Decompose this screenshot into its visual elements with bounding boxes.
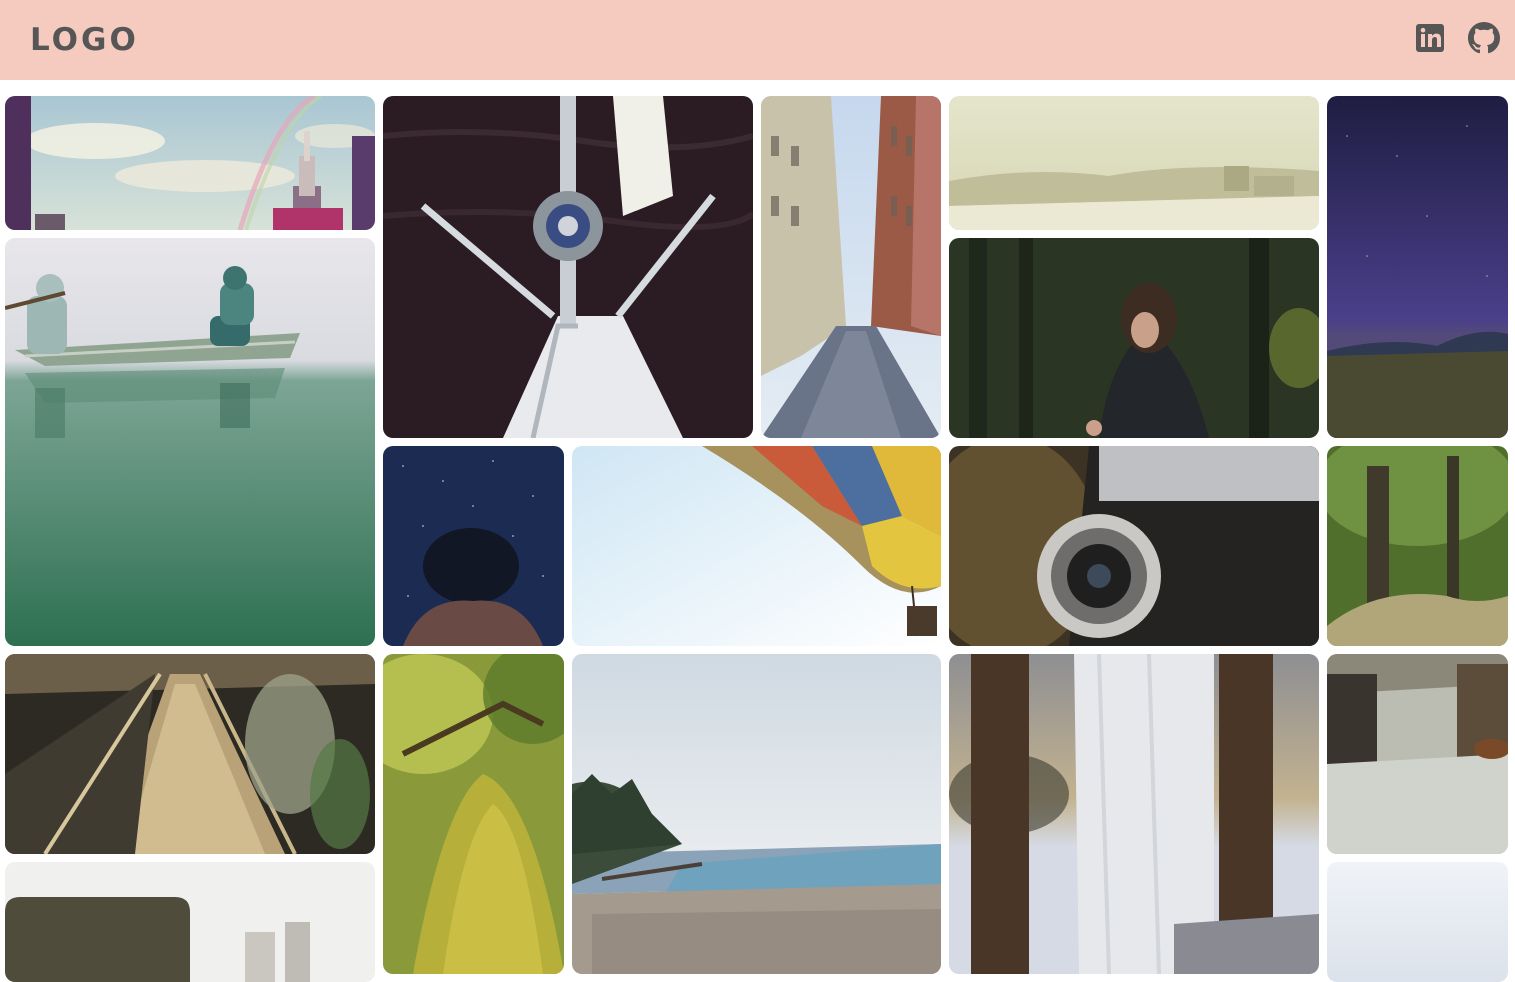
photo-night-sky-field[interactable] — [1327, 96, 1508, 438]
photo-sailboat-bow[interactable] — [383, 96, 753, 438]
photo-woman-forest[interactable] — [949, 238, 1319, 438]
photo-pebble-beach[interactable] — [572, 654, 941, 974]
photo-vintage-camera[interactable] — [949, 446, 1319, 646]
photo-pale-sky[interactable] — [1327, 862, 1508, 982]
photo-canoe-lake[interactable] — [5, 238, 375, 646]
photo-table-blur[interactable] — [5, 862, 375, 982]
photo-window-curtain[interactable] — [949, 654, 1319, 974]
photo-escalator[interactable] — [5, 654, 375, 854]
photo-gallery — [0, 0, 1515, 982]
photo-empire-state-rainbow[interactable] — [5, 96, 375, 230]
photo-hot-air-balloon[interactable] — [572, 446, 941, 646]
photo-mossy-branch[interactable] — [383, 654, 564, 974]
photo-forest-path[interactable] — [1327, 446, 1508, 646]
photo-city-street[interactable] — [761, 96, 941, 438]
photo-underwater-swimmer[interactable] — [383, 446, 564, 646]
photo-subway-car[interactable] — [1327, 654, 1508, 854]
photo-foggy-beach[interactable] — [949, 96, 1319, 230]
